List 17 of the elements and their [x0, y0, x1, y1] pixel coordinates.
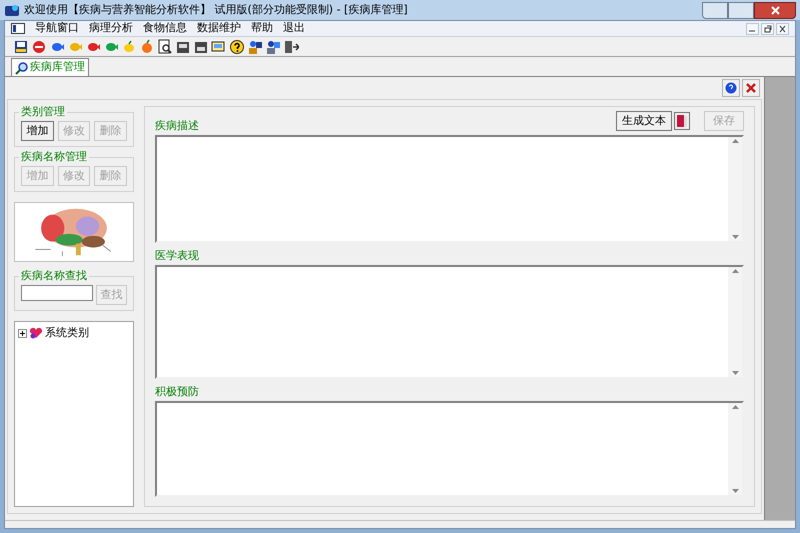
section-label: 疾病描述	[155, 119, 199, 133]
tree-item[interactable]: 系统类别	[45, 325, 89, 342]
menu-item[interactable]: 帮助	[251, 20, 273, 37]
menu-item[interactable]: 退出	[283, 20, 305, 37]
group-title: 类别管理	[19, 105, 67, 119]
section-label: 医学表现	[155, 249, 199, 263]
tab[interactable]: 疾病库管理	[11, 58, 89, 76]
group-title: 疾病名称查找	[19, 269, 89, 283]
menu-item[interactable]: 导航窗口	[35, 20, 79, 37]
menu-item[interactable]: 食物信息	[143, 20, 187, 37]
menu-item[interactable]: 病理分析	[89, 20, 133, 37]
section-label: 积极预防	[155, 385, 199, 399]
button[interactable]: 生成文本	[616, 111, 672, 131]
menu-item[interactable]: 数据维护	[197, 20, 241, 37]
button[interactable]: 增加	[21, 121, 54, 141]
window-title: 欢迎使用【疾病与营养智能分析软件】 试用版(部分功能受限制) - [疾病库管理]	[24, 2, 408, 18]
group-title: 疾病名称管理	[19, 150, 89, 164]
